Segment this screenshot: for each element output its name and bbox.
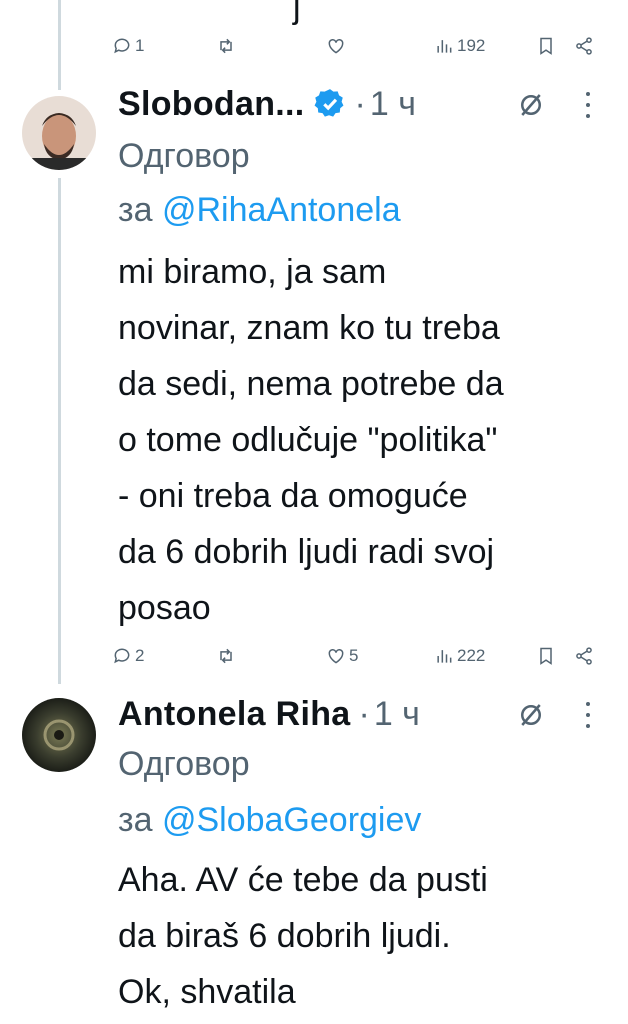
reply-label: Одговор: [118, 137, 250, 175]
like-button[interactable]: 5: [326, 642, 358, 670]
author-name[interactable]: Antonela Riha: [118, 695, 350, 734]
views-count: 192: [457, 36, 486, 55]
action-bar-previous: 1 192: [112, 32, 606, 60]
bookmark-icon: [540, 647, 552, 665]
timestamp[interactable]: 1 ч: [370, 85, 416, 124]
views-button[interactable]: 192: [434, 32, 485, 60]
bookmark-icon: [540, 37, 552, 55]
views-icon: [437, 650, 452, 663]
avatar-antonela[interactable]: [22, 698, 96, 772]
repost-button[interactable]: [216, 32, 236, 60]
reply-to-line: за @SlobaGeorgiev: [118, 794, 421, 846]
avatar-slobodan[interactable]: [22, 96, 96, 170]
like-button[interactable]: [326, 32, 346, 60]
avatar-image: [22, 698, 96, 772]
reply-count: 1: [135, 36, 145, 55]
share-icon: [576, 37, 592, 55]
reply-prefix: за: [118, 801, 153, 839]
tweet-text: Aha. AV će tebe da pusti da biraš 6 dobr…: [118, 861, 488, 1011]
views-count: 222: [457, 646, 486, 665]
verified-badge-icon: [314, 89, 343, 117]
views-icon: [437, 40, 452, 53]
repost-icon: [220, 38, 232, 54]
bookmark-button[interactable]: [536, 32, 556, 60]
reply-label: Одговор: [118, 745, 250, 783]
tweet-header: Slobodan... · 1 ч: [118, 84, 416, 124]
heart-icon: [328, 38, 344, 54]
separator-dot: ·: [358, 694, 370, 733]
reply-icon: [114, 648, 130, 664]
share-button[interactable]: [574, 32, 594, 60]
views-button[interactable]: 222: [434, 642, 485, 670]
reply-icon: [114, 38, 130, 54]
reply-button[interactable]: 2: [112, 642, 144, 670]
reply-handle-link[interactable]: @SlobaGeorgiev: [162, 801, 421, 839]
grok-icon[interactable]: [516, 700, 546, 730]
reply-count: 2: [135, 646, 145, 665]
grok-icon[interactable]: [516, 90, 546, 120]
separator-dot: ·: [354, 84, 366, 123]
repost-button[interactable]: [216, 642, 236, 670]
more-options-icon[interactable]: [584, 700, 592, 730]
reply-to-line: за @RihaAntonela: [118, 184, 401, 236]
more-options-icon[interactable]: [584, 90, 592, 120]
author-name[interactable]: Slobodan...: [118, 85, 305, 124]
avatar-image: [22, 96, 96, 170]
reply-handle-link[interactable]: @RihaAntonela: [162, 191, 401, 229]
repost-icon: [220, 648, 232, 664]
heart-icon: [328, 648, 344, 664]
timestamp[interactable]: 1 ч: [374, 695, 420, 734]
tweet-text: mi biramo, ja sam novinar, znam ko tu tr…: [118, 253, 504, 627]
action-bar-tweet1: 2 5 222: [112, 642, 606, 670]
share-icon: [576, 647, 592, 665]
thread-line: [58, 178, 61, 684]
reply-button[interactable]: 1: [112, 32, 144, 60]
share-button[interactable]: [574, 642, 594, 670]
previous-tweet-text-fragment: ј: [293, 0, 301, 26]
bookmark-button[interactable]: [536, 642, 556, 670]
tweet-header: Antonela Riha · 1 ч: [118, 694, 420, 734]
thread-line: [58, 0, 61, 90]
like-count: 5: [349, 646, 359, 665]
reply-prefix: за: [118, 191, 153, 229]
